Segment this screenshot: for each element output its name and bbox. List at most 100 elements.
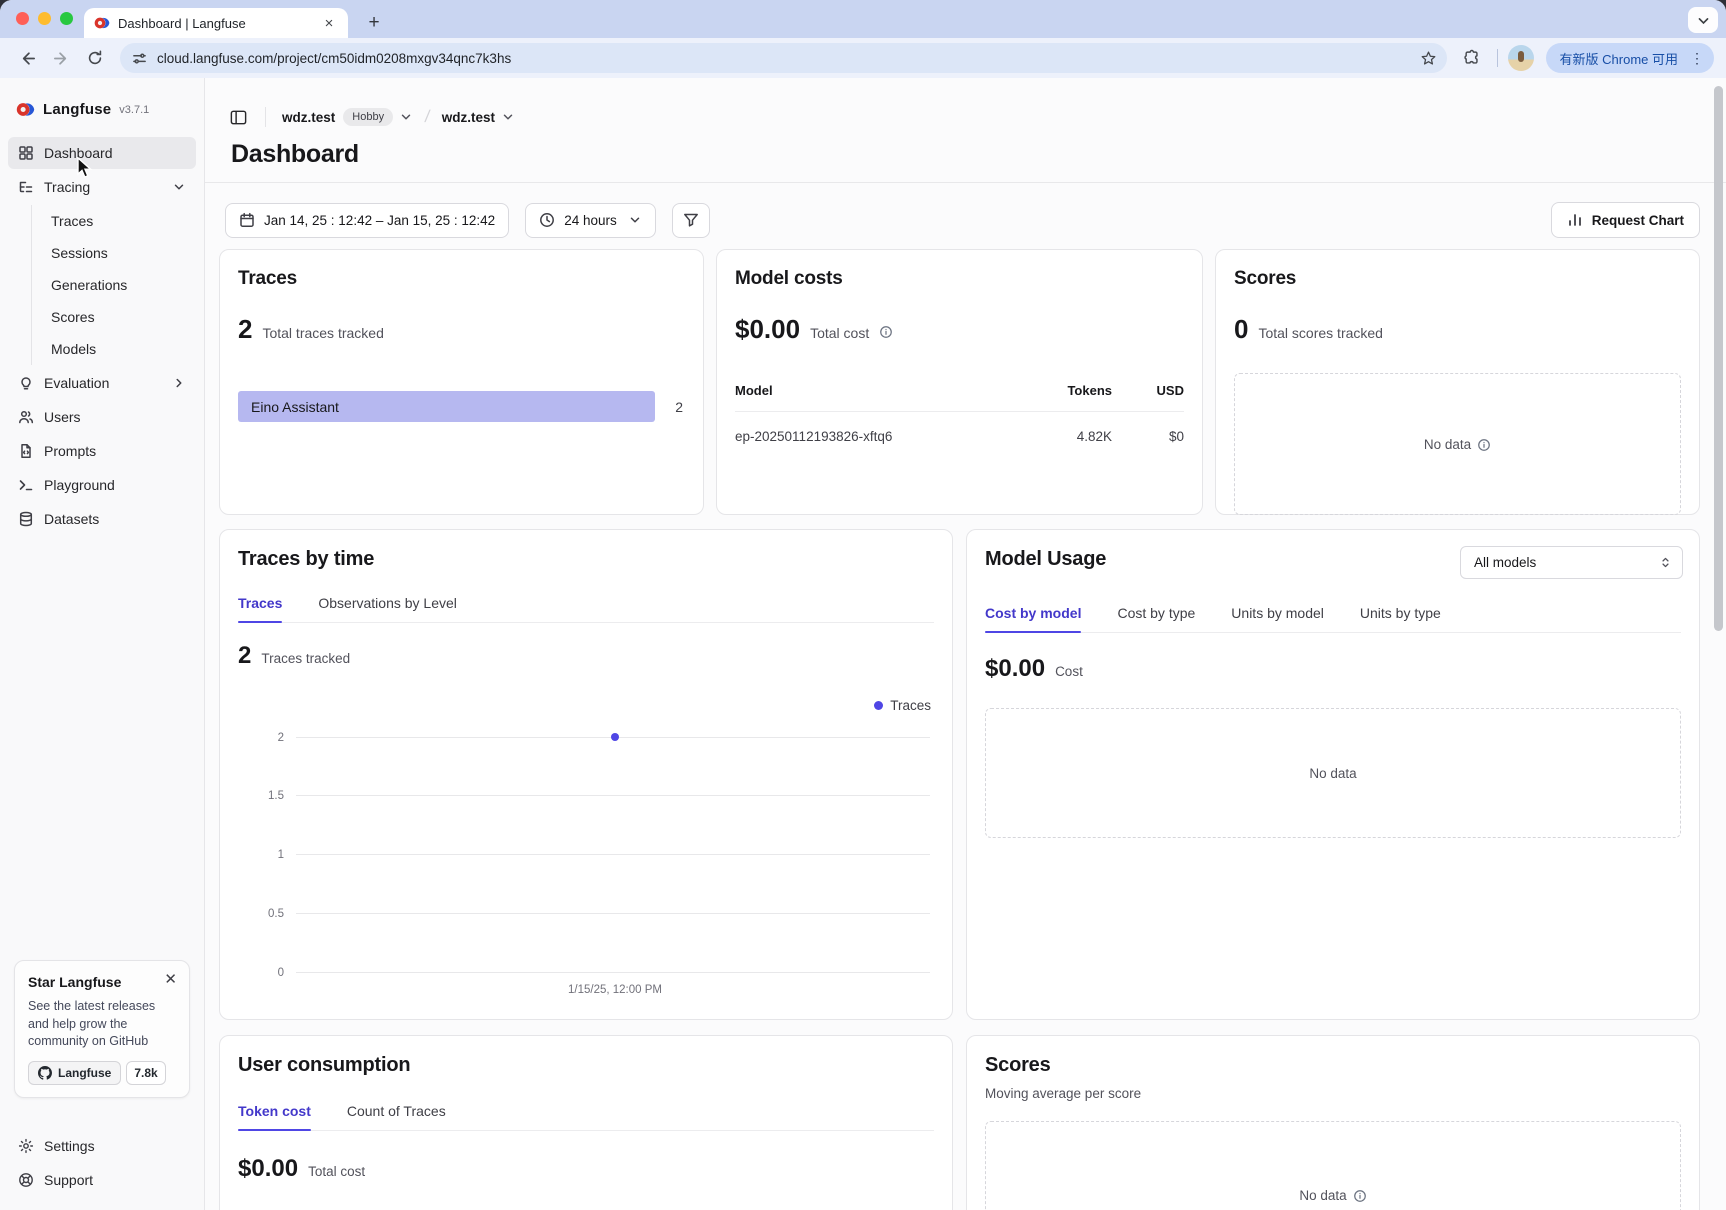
data-point[interactable] (611, 733, 619, 741)
charts-row: Traces by time Traces Observations by Le… (219, 529, 1726, 1020)
cell-usd: $0 (1112, 429, 1184, 444)
sidebar-item-label: Users (44, 409, 81, 425)
tab-token-cost[interactable]: Token cost (238, 1103, 311, 1130)
info-icon[interactable] (1477, 438, 1491, 452)
sidebar-item-label: Settings (44, 1138, 95, 1154)
extensions-icon[interactable] (1457, 43, 1487, 73)
model-costs-total-label: Total cost (810, 325, 869, 341)
sidebar-item-models[interactable]: Models (32, 333, 196, 365)
breadcrumb: wdz.test Hobby / wdz.test (225, 104, 1700, 130)
scores-card-title: Scores (1234, 268, 1681, 290)
filter-button[interactable] (672, 203, 710, 238)
chart-legend: Traces (874, 698, 931, 713)
tab-cost-by-model[interactable]: Cost by model (985, 605, 1081, 632)
sidebar-toggle-icon[interactable] (225, 104, 251, 130)
plan-badge: Hobby (343, 108, 393, 126)
sidebar-item-prompts[interactable]: Prompts (8, 435, 196, 467)
traces-by-time-card: Traces by time Traces Observations by Le… (219, 529, 953, 1020)
grid-icon (18, 145, 34, 161)
tab-observations-by-level[interactable]: Observations by Level (318, 595, 457, 622)
sidebar-nav: Dashboard Tracing Traces Sessions Genera… (0, 133, 204, 535)
tab-close-icon[interactable]: × (320, 15, 338, 32)
sidebar-item-traces[interactable]: Traces (32, 205, 196, 237)
model-costs-card: Model costs $0.00 Total cost Model Token… (716, 249, 1203, 515)
model-filter-select[interactable]: All models (1460, 546, 1683, 579)
no-data-text: No data (1309, 766, 1356, 781)
tab-search-button[interactable] (1688, 7, 1718, 33)
bookmark-star-icon[interactable] (1420, 50, 1437, 67)
traces-card-title: Traces (238, 268, 685, 290)
model-costs-title: Model costs (735, 268, 1184, 290)
no-data-text: No data (1299, 1188, 1346, 1203)
star-card-title: Star Langfuse (28, 974, 121, 990)
sidebar-item-evaluation[interactable]: Evaluation (8, 367, 196, 399)
org-name[interactable]: wdz.test (282, 110, 335, 125)
request-chart-button[interactable]: Request Chart (1551, 202, 1700, 238)
profile-avatar[interactable] (1508, 45, 1534, 71)
sidebar-item-dashboard[interactable]: Dashboard (8, 137, 196, 169)
brand-row: Langfuse v3.7.1 (0, 78, 204, 133)
sidebar-item-datasets[interactable]: Datasets (8, 503, 196, 535)
close-window-button[interactable] (16, 12, 29, 25)
scores-bottom-empty-state: No data (985, 1121, 1681, 1210)
model-costs-total: $0.00 (735, 314, 800, 345)
info-icon[interactable] (879, 325, 893, 339)
chevron-right-icon (172, 376, 186, 390)
sidebar-item-settings[interactable]: Settings (8, 1130, 196, 1162)
project-name[interactable]: wdz.test (442, 110, 495, 125)
sidebar-item-scores[interactable]: Scores (32, 301, 196, 333)
chevron-down-icon[interactable] (501, 110, 515, 124)
maximize-window-button[interactable] (60, 12, 73, 25)
tab-strip: Dashboard | Langfuse × + (0, 0, 1726, 38)
tab-cost-by-type[interactable]: Cost by type (1117, 605, 1195, 632)
traces-chart: 2 1.5 1 0.5 0 1/15/25, 12:00 PM (296, 737, 930, 972)
page-scrollbar[interactable] (1714, 86, 1723, 631)
scores-moving-average-card: Scores Moving average per score No data (966, 1035, 1700, 1210)
sidebar-item-users[interactable]: Users (8, 401, 196, 433)
tab-count-of-traces[interactable]: Count of Traces (347, 1103, 446, 1130)
model-costs-table: Model Tokens USD ep-20250112193826-xftq6… (735, 383, 1184, 444)
tab-traces[interactable]: Traces (238, 595, 282, 622)
site-info-icon[interactable] (132, 51, 147, 66)
chrome-update-chip[interactable]: 有新版 Chrome 可用 ⋮ (1546, 43, 1714, 73)
github-star-count: 7.8k (126, 1061, 165, 1085)
trace-name-bar[interactable]: Eino Assistant (238, 391, 655, 422)
sidebar-item-playground[interactable]: Playground (8, 469, 196, 501)
url-text: cloud.langfuse.com/project/cm50idm0208mx… (157, 51, 1410, 66)
users-icon (18, 409, 34, 425)
time-preset-dropdown[interactable]: 24 hours (525, 203, 656, 238)
x-tick: 1/15/25, 12:00 PM (568, 984, 662, 996)
close-icon[interactable]: ✕ (164, 974, 177, 986)
reload-button[interactable] (80, 43, 110, 73)
summary-cards-row: Traces 2 Total traces tracked Eino Assis… (219, 249, 1726, 515)
info-icon[interactable] (1353, 1189, 1367, 1203)
address-bar[interactable]: cloud.langfuse.com/project/cm50idm0208mx… (120, 43, 1447, 73)
tab-units-by-type[interactable]: Units by type (1360, 605, 1441, 632)
back-button[interactable] (12, 43, 42, 73)
browser-toolbar: cloud.langfuse.com/project/cm50idm0208mx… (0, 38, 1726, 78)
calendar-icon (239, 212, 255, 228)
chevron-down-icon (1697, 14, 1710, 27)
traces-bar-row: Eino Assistant 2 (238, 391, 685, 422)
brand-name: Langfuse (43, 101, 111, 118)
github-button[interactable]: Langfuse (28, 1061, 121, 1085)
browser-tab[interactable]: Dashboard | Langfuse × (84, 8, 348, 38)
y-tick: 1 (278, 849, 284, 861)
sidebar-item-sessions[interactable]: Sessions (32, 237, 196, 269)
model-usage-total-label: Cost (1055, 664, 1083, 679)
breadcrumb-slash: / (424, 107, 432, 127)
chevron-down-icon[interactable] (399, 110, 413, 124)
time-preset-text: 24 hours (564, 213, 617, 228)
sidebar-item-tracing[interactable]: Tracing (8, 171, 196, 203)
table-row[interactable]: ep-20250112193826-xftq6 4.82K $0 (735, 412, 1184, 444)
new-tab-button[interactable]: + (360, 9, 388, 37)
date-range-picker[interactable]: Jan 14, 25 : 12:42 – Jan 15, 25 : 12:42 (225, 203, 509, 238)
sidebar-item-generations[interactable]: Generations (32, 269, 196, 301)
forward-button[interactable] (46, 43, 76, 73)
sidebar-item-support[interactable]: Support (8, 1164, 196, 1196)
user-consumption-tabs: Token cost Count of Traces (238, 1103, 934, 1131)
minimize-window-button[interactable] (38, 12, 51, 25)
chevron-down-icon (628, 213, 642, 227)
browser-menu-icon[interactable]: ⋮ (1686, 47, 1708, 69)
tab-units-by-model[interactable]: Units by model (1231, 605, 1324, 632)
